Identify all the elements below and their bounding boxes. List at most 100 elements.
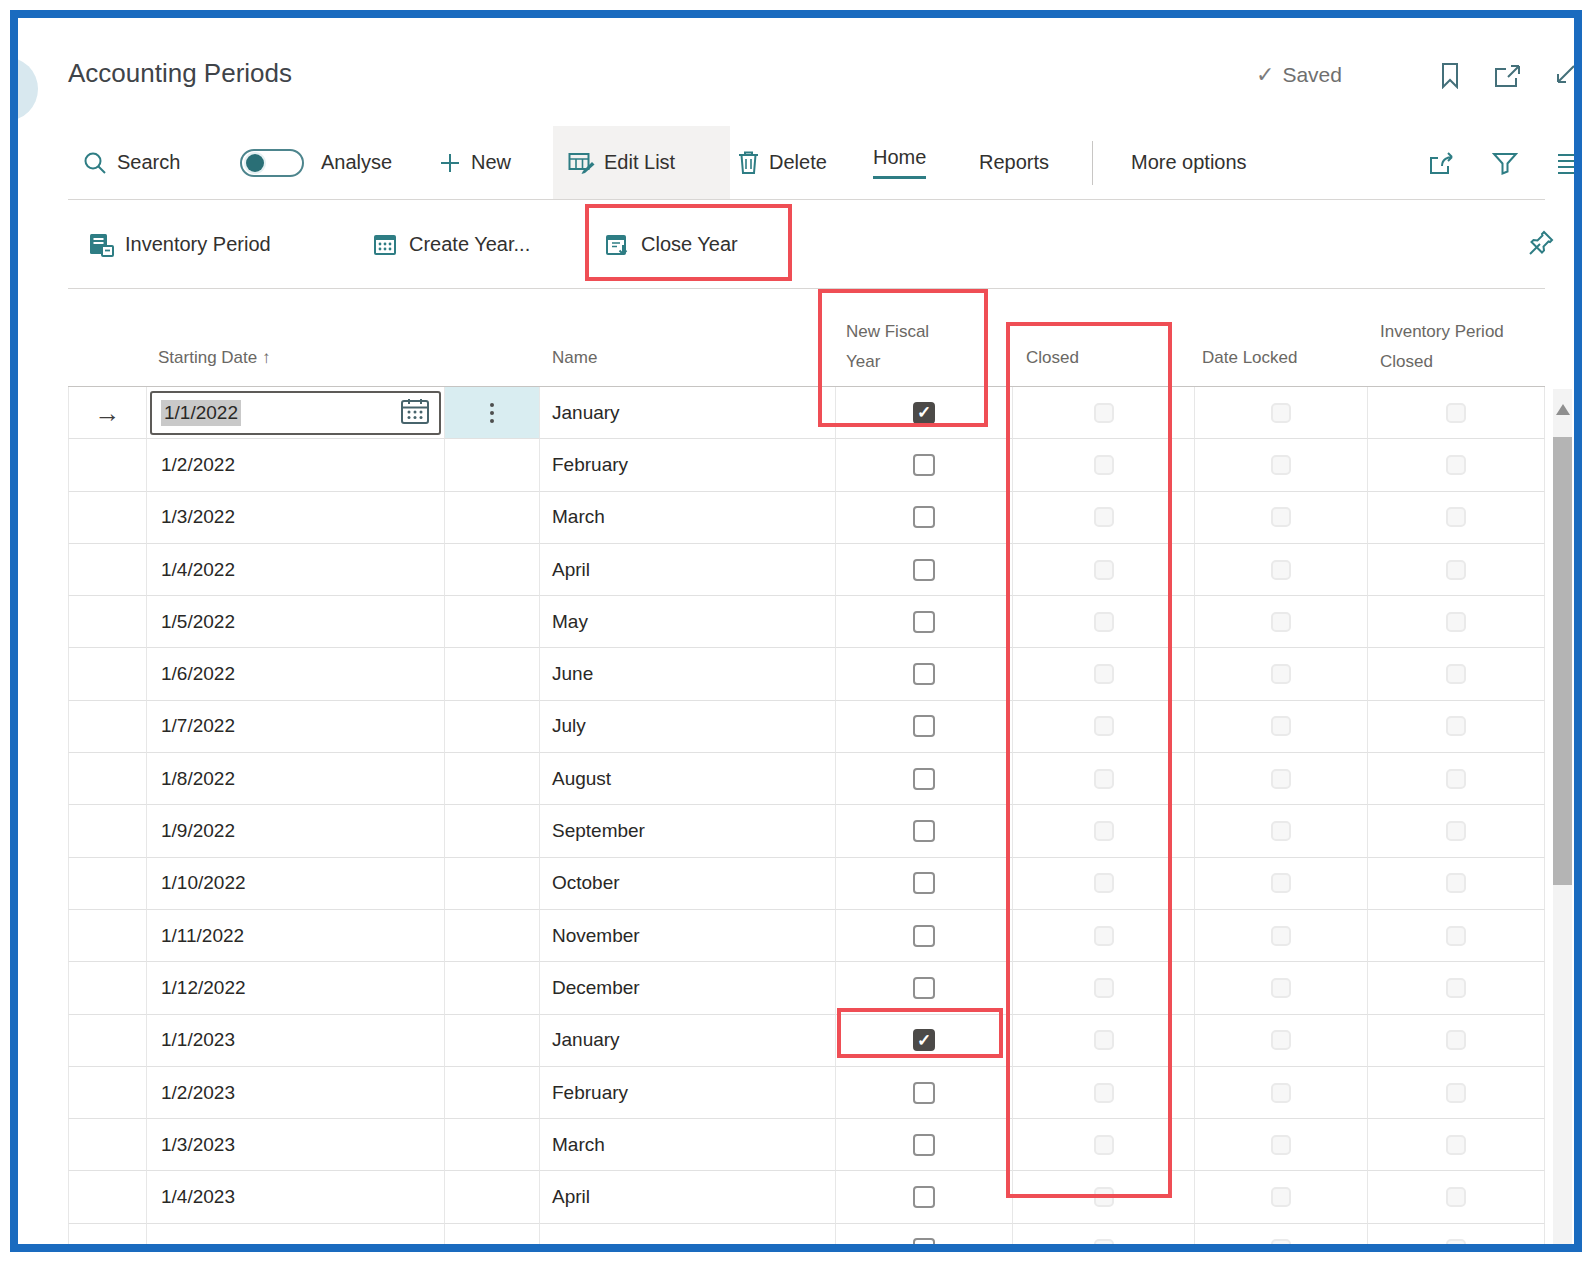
- new-fiscal-year-checkbox[interactable]: [913, 1134, 935, 1156]
- name-cell[interactable]: March: [540, 1119, 836, 1171]
- starting-date-field[interactable]: 1/7/2022: [147, 701, 444, 752]
- table-row[interactable]: → 1/2/2023 February: [68, 1067, 1545, 1119]
- starting-date-cell[interactable]: 1/7/2022: [147, 701, 445, 753]
- table-row[interactable]: → 1/5/2022 May: [68, 596, 1545, 648]
- search-button[interactable]: Search: [82, 126, 180, 199]
- new-button[interactable]: New: [438, 126, 511, 199]
- name-cell[interactable]: February: [540, 439, 836, 491]
- resize-icon[interactable]: [1552, 62, 1574, 88]
- row-menu-cell[interactable]: [445, 910, 540, 962]
- starting-date-cell[interactable]: 1/4/2022: [147, 544, 445, 596]
- toggle-switch-icon[interactable]: [240, 149, 304, 177]
- views-button[interactable]: [1556, 126, 1574, 199]
- name-cell[interactable]: [540, 1224, 836, 1244]
- starting-date-cell[interactable]: 1/1/2022: [147, 387, 445, 439]
- analyse-toggle[interactable]: Analyse: [240, 126, 392, 199]
- filter-button[interactable]: [1492, 126, 1518, 199]
- name-cell[interactable]: March: [540, 492, 836, 544]
- name-cell[interactable]: February: [540, 1067, 836, 1119]
- column-header-inventory-period-closed[interactable]: Inventory Period Closed: [1380, 317, 1505, 377]
- row-menu-cell[interactable]: [445, 544, 540, 596]
- name-cell[interactable]: January: [540, 387, 836, 439]
- row-menu-cell[interactable]: [445, 962, 540, 1014]
- new-fiscal-year-checkbox[interactable]: [913, 611, 935, 633]
- create-year-button[interactable]: Create Year...: [372, 201, 530, 288]
- new-fiscal-year-checkbox[interactable]: [913, 1186, 935, 1208]
- column-header-date-locked[interactable]: Date Locked: [1202, 348, 1297, 368]
- row-menu-cell[interactable]: [445, 1015, 540, 1067]
- starting-date-cell[interactable]: 1/1/2023: [147, 1015, 445, 1067]
- starting-date-cell[interactable]: 1/2/2022: [147, 439, 445, 491]
- table-row[interactable]: → 1/12/2022 December: [68, 962, 1545, 1014]
- starting-date-field[interactable]: 1/6/2022: [147, 648, 444, 699]
- new-fiscal-year-checkbox[interactable]: [913, 977, 935, 999]
- name-cell[interactable]: January: [540, 1015, 836, 1067]
- starting-date-field[interactable]: 1/1/2023: [147, 1015, 444, 1066]
- name-cell[interactable]: August: [540, 753, 836, 805]
- table-row[interactable]: → 1/10/2022 October: [68, 858, 1545, 910]
- starting-date-cell[interactable]: 1/3/2023: [147, 1119, 445, 1171]
- starting-date-field[interactable]: 1/10/2022: [147, 858, 444, 909]
- name-cell[interactable]: November: [540, 910, 836, 962]
- table-row[interactable]: →: [68, 1224, 1545, 1244]
- starting-date-field[interactable]: 1/3/2023: [147, 1119, 444, 1170]
- starting-date-cell[interactable]: 1/4/2023: [147, 1171, 445, 1223]
- table-row[interactable]: → 1/7/2022 July: [68, 701, 1545, 753]
- table-row[interactable]: → 1/3/2022 March: [68, 492, 1545, 544]
- row-menu-cell[interactable]: [445, 596, 540, 648]
- row-menu-cell[interactable]: [445, 858, 540, 910]
- popout-icon[interactable]: [1494, 64, 1522, 88]
- starting-date-field[interactable]: 1/11/2022: [147, 910, 444, 961]
- new-fiscal-year-checkbox[interactable]: [913, 454, 935, 476]
- bookmark-icon[interactable]: [1438, 62, 1462, 89]
- new-fiscal-year-checkbox[interactable]: [913, 768, 935, 790]
- new-fiscal-year-checkbox[interactable]: [913, 820, 935, 842]
- starting-date-cell[interactable]: 1/3/2022: [147, 492, 445, 544]
- name-cell[interactable]: September: [540, 805, 836, 857]
- new-fiscal-year-checkbox[interactable]: [913, 1082, 935, 1104]
- table-row[interactable]: → 1/4/2023 April: [68, 1171, 1545, 1223]
- row-menu-cell[interactable]: [445, 492, 540, 544]
- starting-date-cell[interactable]: 1/2/2023: [147, 1067, 445, 1119]
- starting-date-cell[interactable]: 1/9/2022: [147, 805, 445, 857]
- new-fiscal-year-checkbox[interactable]: [913, 1238, 935, 1244]
- name-cell[interactable]: December: [540, 962, 836, 1014]
- table-row[interactable]: → 1/1/2022 January: [68, 387, 1545, 439]
- starting-date-field[interactable]: 1/4/2023: [147, 1171, 444, 1222]
- starting-date-field[interactable]: 1/12/2022: [147, 962, 444, 1013]
- calendar-icon[interactable]: [400, 397, 430, 429]
- row-menu-cell[interactable]: [445, 648, 540, 700]
- table-row[interactable]: → 1/2/2022 February: [68, 439, 1545, 491]
- share-button[interactable]: [1428, 126, 1456, 199]
- table-row[interactable]: → 1/4/2022 April: [68, 544, 1545, 596]
- row-menu-cell[interactable]: [445, 805, 540, 857]
- column-header-name[interactable]: Name: [552, 348, 597, 368]
- tab-home[interactable]: Home: [873, 126, 926, 199]
- starting-date-field[interactable]: 1/1/2022: [150, 391, 441, 435]
- table-row[interactable]: → 1/9/2022 September: [68, 805, 1545, 857]
- starting-date-cell[interactable]: [147, 1224, 445, 1244]
- name-cell[interactable]: May: [540, 596, 836, 648]
- starting-date-field[interactable]: 1/2/2023: [147, 1067, 444, 1118]
- starting-date-cell[interactable]: 1/5/2022: [147, 596, 445, 648]
- name-cell[interactable]: June: [540, 648, 836, 700]
- column-header-starting-date[interactable]: Starting Date ↑: [158, 348, 270, 368]
- new-fiscal-year-checkbox[interactable]: [913, 925, 935, 947]
- inventory-period-button[interactable]: Inventory Period: [88, 201, 271, 288]
- new-fiscal-year-checkbox[interactable]: [913, 663, 935, 685]
- edit-list-button[interactable]: Edit List: [553, 126, 730, 199]
- row-menu-cell[interactable]: [445, 387, 540, 439]
- starting-date-field[interactable]: 1/5/2022: [147, 596, 444, 647]
- scrollbar-thumb[interactable]: [1553, 437, 1572, 885]
- table-row[interactable]: → 1/8/2022 August: [68, 753, 1545, 805]
- tab-reports[interactable]: Reports: [979, 126, 1049, 199]
- starting-date-field[interactable]: [147, 1224, 444, 1244]
- new-fiscal-year-checkbox[interactable]: [913, 715, 935, 737]
- scrollbar-up-icon[interactable]: [1556, 404, 1570, 415]
- starting-date-cell[interactable]: 1/12/2022: [147, 962, 445, 1014]
- table-row[interactable]: → 1/3/2023 March: [68, 1119, 1545, 1171]
- new-fiscal-year-checkbox[interactable]: [913, 506, 935, 528]
- row-menu-cell[interactable]: [445, 1171, 540, 1223]
- more-options-button[interactable]: More options: [1131, 126, 1247, 199]
- row-menu-cell[interactable]: [445, 1224, 540, 1244]
